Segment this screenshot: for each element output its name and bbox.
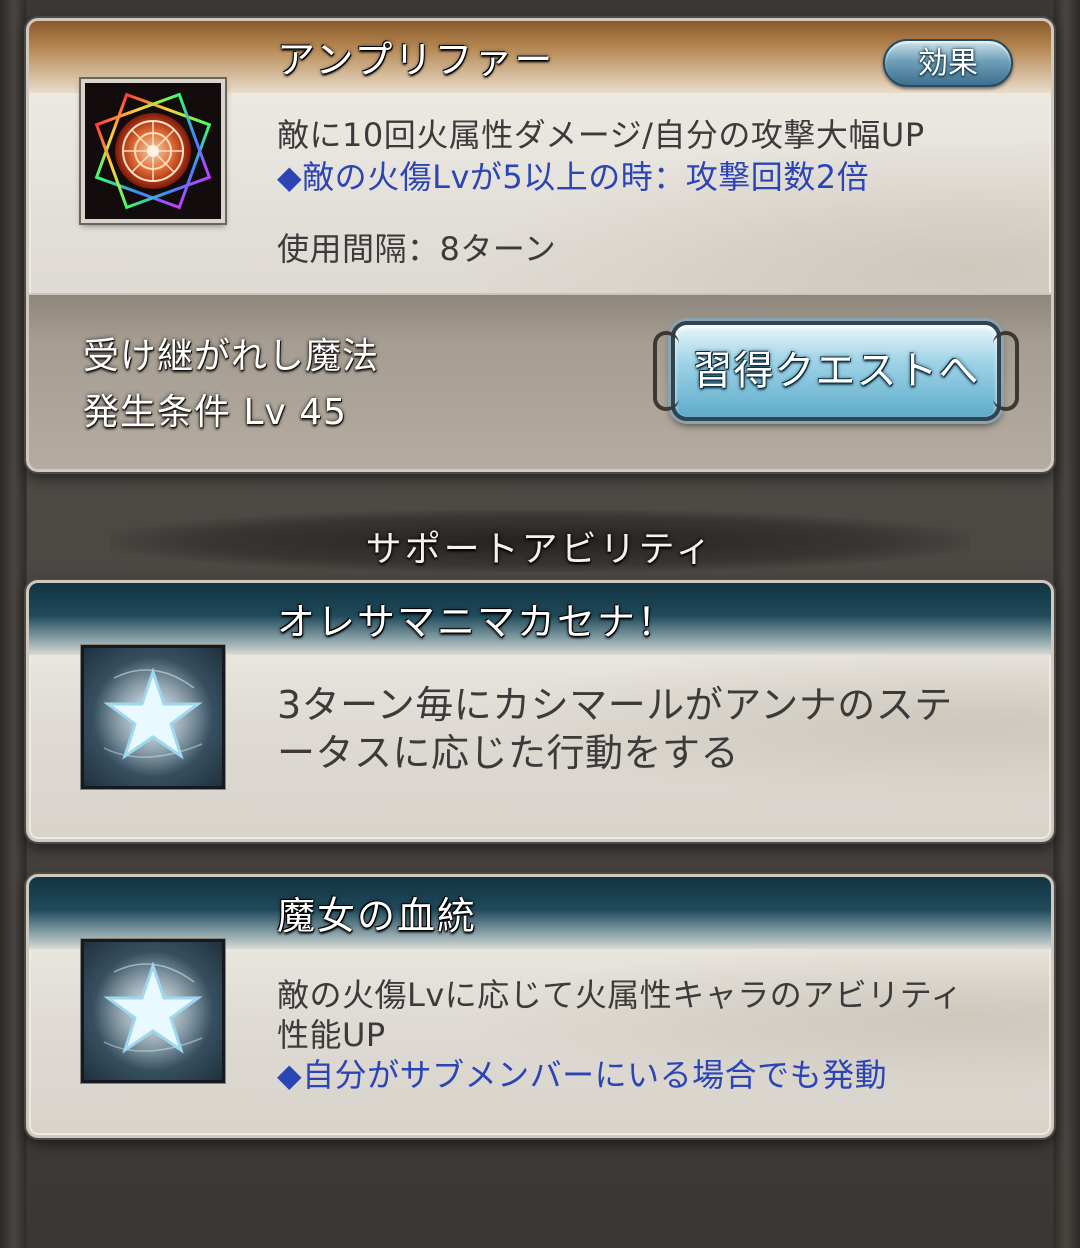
support-ability-description-line2: ータスに応じた行動をする — [277, 731, 740, 775]
support-ability-card: オレサマニマカセナ！ 3ターン毎にカシマールがアンナのステ ータスに応じた行動を… — [26, 580, 1054, 842]
support-ability-title: オレサマニマカセナ！ — [277, 600, 678, 644]
skill-description: 敵に10回火属性ダメージ/自分の攻撃大幅UP — [277, 116, 925, 154]
support-ability-note: ◆自分がサブメンバーにいる場合でも発動 — [277, 1056, 888, 1094]
support-ability-title: 魔女の血統 — [277, 894, 478, 938]
support-ability-description-line1: 3ターン毎にカシマールがアンナのステ — [277, 683, 953, 727]
fire-magic-circle-icon — [81, 79, 225, 223]
button-ornament-icon — [653, 331, 679, 411]
effect-button[interactable]: 効果 — [883, 39, 1013, 87]
support-ability-card: 魔女の血統 敵の火傷Lvに応じて火属性キャラのアビリティ 性能UP ◆自分がサブ… — [26, 874, 1054, 1138]
section-header: サポートアビリティ — [110, 510, 970, 572]
skill-card: アンプリファー 効果 敵に10回火属性ダメージ/自分の攻撃大幅UP ◆敵の火傷L… — [26, 18, 1054, 472]
inherited-magic-label: 受け継がれし魔法 — [83, 336, 380, 377]
star-icon — [81, 939, 225, 1083]
skill-condition-note: ◆敵の火傷Lvが5以上の時：攻撃回数2倍 — [277, 158, 870, 196]
skill-cooldown: 使用間隔：8ターン — [277, 230, 557, 268]
support-ability-description-line2: 性能UP — [277, 1016, 386, 1054]
star-icon — [81, 645, 225, 789]
learn-quest-button[interactable]: 習得クエストへ — [653, 321, 1019, 421]
section-title: サポートアビリティ — [365, 529, 715, 570]
unlock-condition: 発生条件 Lv 45 — [83, 392, 348, 433]
learn-quest-button-label: 習得クエストへ — [692, 348, 980, 394]
ability-detail-page: アンプリファー 効果 敵に10回火属性ダメージ/自分の攻撃大幅UP ◆敵の火傷L… — [0, 0, 1080, 1248]
support-ability-description-line1: 敵の火傷Lvに応じて火属性キャラのアビリティ — [277, 976, 963, 1014]
button-ornament-icon — [993, 331, 1019, 411]
skill-title: アンプリファー — [277, 38, 555, 82]
